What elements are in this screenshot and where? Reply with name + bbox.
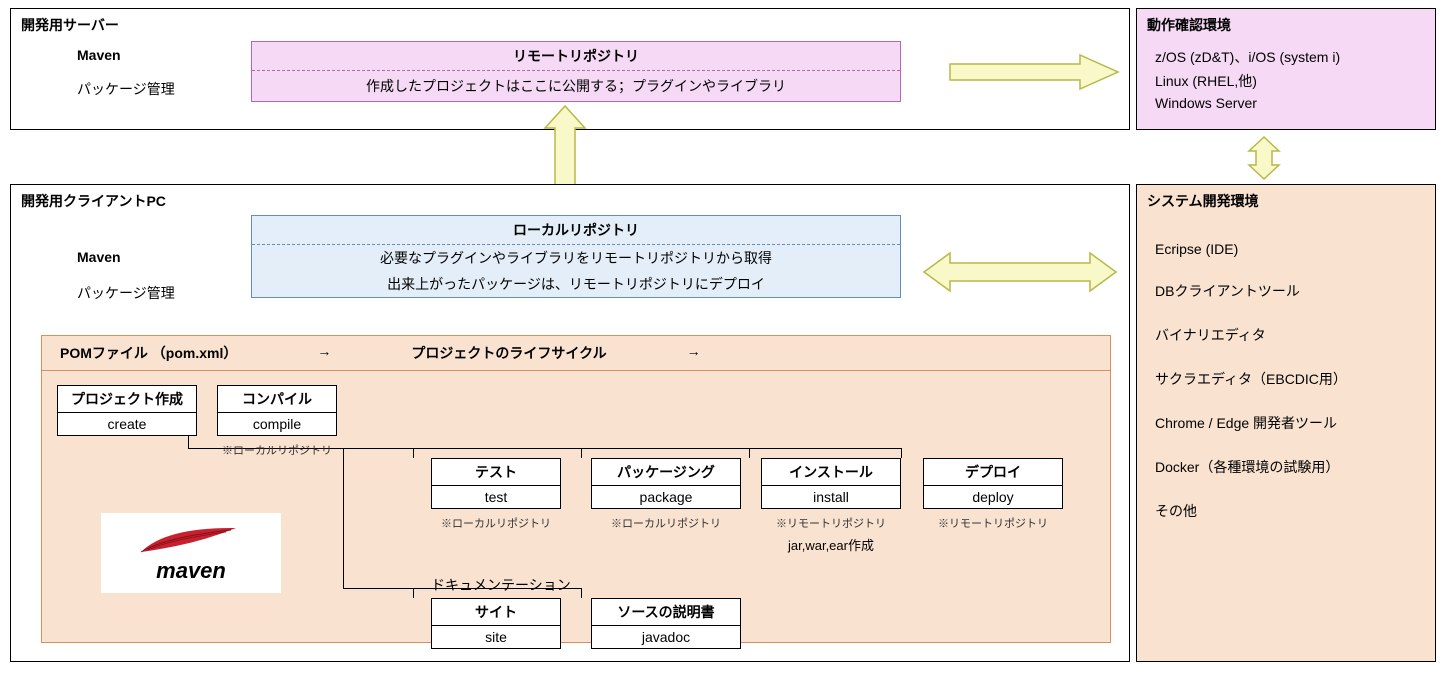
remote-repository-box: リモートリポジトリ 作成したプロジェクトはここに公開する；プラグインやライブラリ <box>251 41 901 102</box>
phase-note: ※ローカルリポジトリ <box>217 436 337 458</box>
phase-cmd: package <box>591 486 741 509</box>
phase-cmd: create <box>57 413 197 436</box>
arrow-server-to-runtime <box>940 52 1120 92</box>
phase-cmd: install <box>761 486 901 509</box>
pom-lifecycle-label: プロジェクトのライフサイクル <box>411 343 606 363</box>
dev-client-title: 開発用クライアントPC <box>11 185 1129 217</box>
local-repo-title: ローカルリポジトリ <box>252 216 900 245</box>
dev-env-list: Ecripse (IDE) DBクライアントツール バイナリエディタ サクラエデ… <box>1137 217 1435 533</box>
phase-javadoc: ソースの説明書 javadoc <box>591 598 741 649</box>
runtime-env-title: 動作確認環境 <box>1137 9 1435 41</box>
dev-env-title: システム開発環境 <box>1137 185 1435 217</box>
connector-line <box>901 448 902 458</box>
runtime-env-item: Linux (RHEL,他) <box>1155 69 1435 93</box>
dev-env-item: その他 <box>1155 489 1435 533</box>
runtime-env-item: z/OS (zD&T)、i/OS (system i) <box>1155 45 1435 69</box>
remote-repo-desc: 作成したプロジェクトはここに公開する；プラグインやライブラリ <box>252 71 900 101</box>
phase-title: コンパイル <box>217 385 337 413</box>
phase-install: インストール install ※リモートリポジトリ jar,war,ear作成 <box>761 458 901 554</box>
phase-create: プロジェクト作成 create <box>57 385 197 436</box>
documentation-label: ドキュメンテーション <box>431 575 571 595</box>
pom-header: POMファイル （pom.xml） → プロジェクトのライフサイクル → <box>42 336 1110 371</box>
pkg-mgmt-label: パッケージ管理 <box>77 79 175 99</box>
arrow-local-devenv <box>920 248 1120 296</box>
phase-note: ※リモートリポジトリ <box>923 509 1063 531</box>
phase-cmd: site <box>431 626 561 649</box>
local-repo-desc1: 必要なプラグインやライブラリをリモートリポジトリから取得 <box>252 245 900 271</box>
connector-line <box>343 448 344 588</box>
phase-cmd: javadoc <box>591 626 741 649</box>
phase-compile: コンパイル compile ※ローカルリポジトリ <box>217 385 337 458</box>
phase-cmd: test <box>431 486 561 509</box>
local-repo-desc2: 出来上がったパッケージは、リモートリポジトリにデプロイ <box>252 271 900 297</box>
dev-env-item: バイナリエディタ <box>1155 313 1435 357</box>
phase-note: ※ローカルリポジトリ <box>431 509 561 531</box>
local-repository-box: ローカルリポジトリ 必要なプラグインやライブラリをリモートリポジトリから取得 出… <box>251 215 901 298</box>
maven-logo: maven <box>101 513 281 593</box>
phase-title: デプロイ <box>923 458 1063 486</box>
connector-line <box>581 588 582 598</box>
phase-note: ※ローカルリポジトリ <box>591 509 741 531</box>
connector-line <box>413 448 414 458</box>
phase-extra: jar,war,ear作成 <box>761 531 901 554</box>
runtime-env-section: 動作確認環境 z/OS (zD&T)、i/OS (system i) Linux… <box>1136 8 1436 130</box>
phase-cmd: compile <box>217 413 337 436</box>
phase-cmd: deploy <box>923 486 1063 509</box>
phase-title: パッケージング <box>591 458 741 486</box>
dev-server-title: 開発用サーバー <box>11 9 1129 41</box>
dev-env-item: Docker（各種環境の試験用） <box>1155 445 1435 489</box>
dev-env-item: Ecripse (IDE) <box>1155 229 1435 269</box>
remote-repo-title: リモートリポジトリ <box>252 42 900 71</box>
dev-env-item: サクラエディタ（EBCDIC用） <box>1155 357 1435 401</box>
pkg-mgmt-label: パッケージ管理 <box>77 283 175 303</box>
phase-deploy: デプロイ deploy ※リモートリポジトリ <box>923 458 1063 531</box>
maven-logo-text: maven <box>156 558 226 584</box>
arrow-text: → <box>317 343 331 363</box>
arrow-text: → <box>687 343 701 363</box>
phase-package: パッケージング package ※ローカルリポジトリ <box>591 458 741 531</box>
phase-title: ソースの説明書 <box>591 598 741 626</box>
feather-icon <box>136 522 246 558</box>
phase-title: サイト <box>431 598 561 626</box>
dev-env-item: DBクライアントツール <box>1155 269 1435 313</box>
phase-note: ※リモートリポジトリ <box>761 509 901 531</box>
runtime-env-list: z/OS (zD&T)、i/OS (system i) Linux (RHEL,… <box>1137 41 1435 113</box>
connector-line <box>749 448 750 458</box>
phase-site: サイト site <box>431 598 561 649</box>
dev-env-item: Chrome / Edge 開発者ツール <box>1155 401 1435 445</box>
phase-title: インストール <box>761 458 901 486</box>
dev-env-section: システム開発環境 Ecripse (IDE) DBクライアントツール バイナリエ… <box>1136 184 1436 662</box>
maven-label: Maven <box>77 249 121 265</box>
connector-line <box>581 448 582 458</box>
phase-title: プロジェクト作成 <box>57 385 197 413</box>
connector-line <box>413 588 414 598</box>
arrow-runtime-devenv <box>1244 135 1284 181</box>
pom-file-label: POMファイル （pom.xml） <box>60 343 237 363</box>
maven-label: Maven <box>77 47 121 63</box>
phase-test: テスト test ※ローカルリポジトリ <box>431 458 561 531</box>
phase-title: テスト <box>431 458 561 486</box>
runtime-env-item: Windows Server <box>1155 93 1435 113</box>
